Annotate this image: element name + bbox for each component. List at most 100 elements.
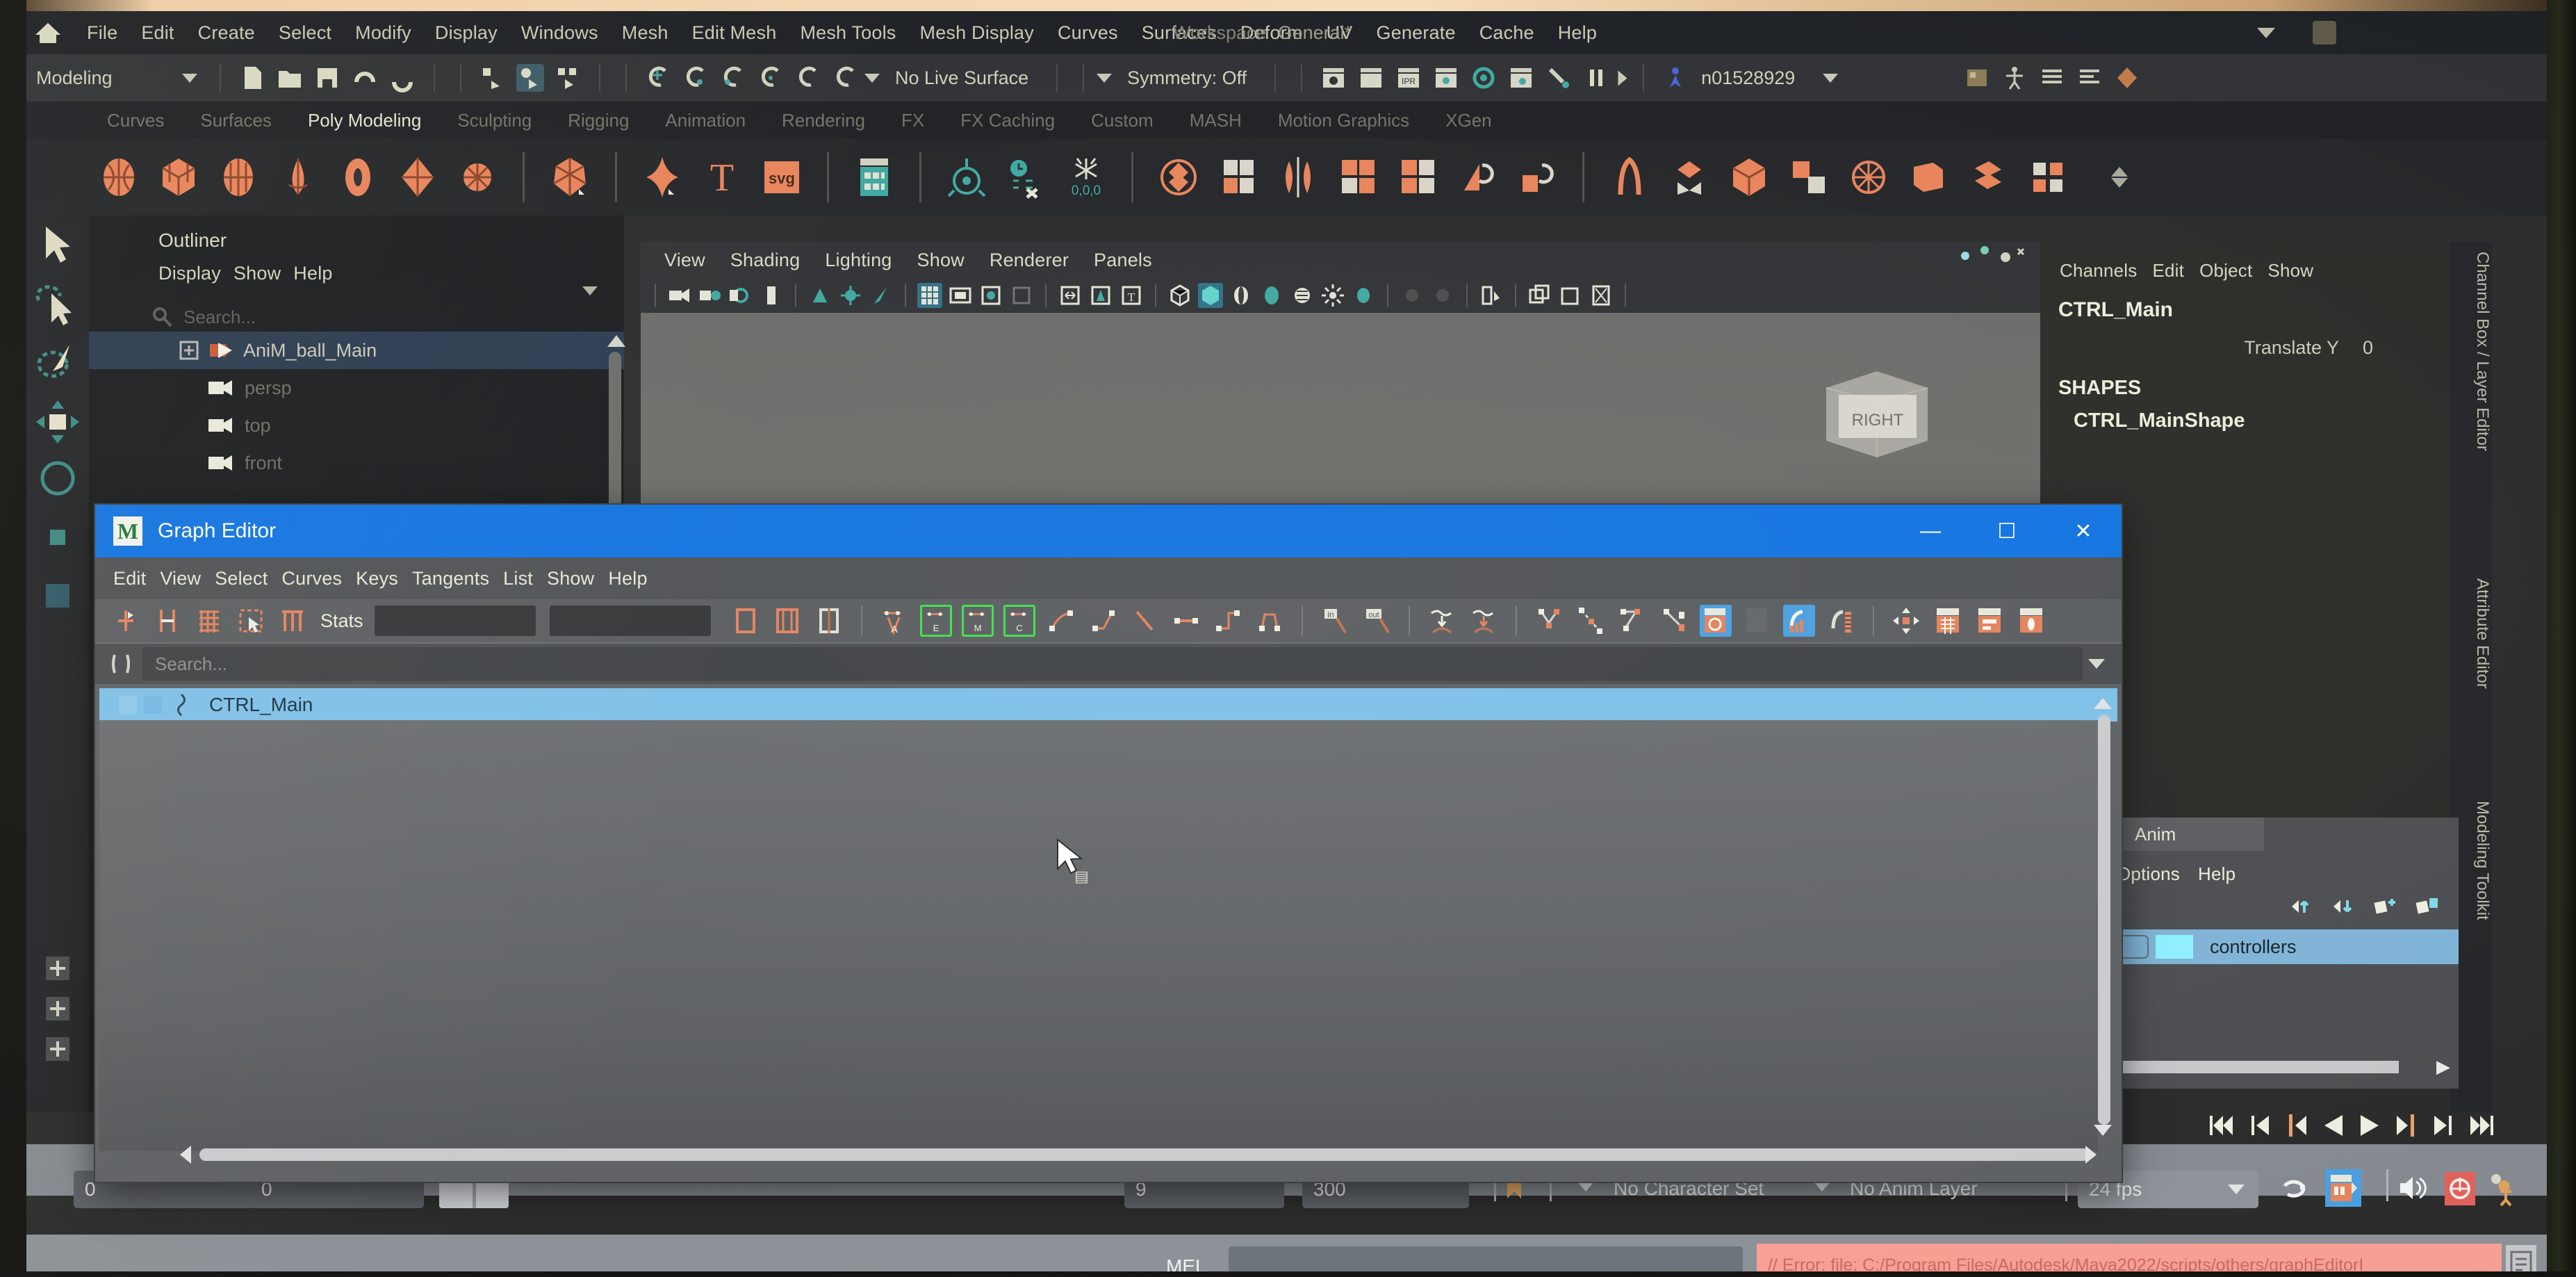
spline-tangent-icon[interactable] (1045, 605, 1077, 637)
tangent-in-icon[interactable]: in (1319, 605, 1351, 637)
xgen-guide-icon[interactable] (1666, 154, 1712, 200)
workspace-value[interactable]: General* (1278, 22, 1352, 44)
move-nearest-picked-key-icon[interactable] (110, 605, 142, 637)
mash-repeat-a-icon[interactable] (1454, 154, 1500, 200)
scroll-left-icon[interactable] (180, 1146, 191, 1164)
xgen-sculpt-icon[interactable] (1905, 154, 1951, 200)
layer-move-down-icon[interactable] (2332, 896, 2356, 917)
expand-toggle-icon[interactable] (179, 341, 199, 360)
resolution-gate-icon[interactable] (978, 283, 1003, 308)
visibility-toggle-icon[interactable] (144, 696, 162, 714)
plateau-tangent-icon[interactable] (1254, 605, 1286, 637)
pre-infinity-icon[interactable] (1741, 605, 1773, 637)
shelf-tab-motion-graphics[interactable]: Motion Graphics (1260, 110, 1427, 131)
rotate-tool-icon[interactable] (26, 449, 89, 507)
scroll-right-icon[interactable] (2085, 1146, 2097, 1164)
mash-grid-a-icon[interactable] (1335, 154, 1381, 200)
human-ik-icon[interactable] (2001, 64, 2028, 92)
chevron-down-icon[interactable] (1097, 73, 1113, 83)
film-gate-icon[interactable] (948, 283, 973, 308)
select-by-object-icon[interactable] (516, 64, 544, 92)
region-keys-tool-icon[interactable] (235, 605, 267, 637)
tab-channel-box-layer-editor[interactable]: Channel Box / Layer Editor (2450, 242, 2492, 451)
fx-nucleus-icon[interactable] (944, 154, 990, 200)
select-by-hierarchy-icon[interactable] (479, 64, 507, 92)
play-forwards-icon[interactable] (2355, 1112, 2386, 1139)
channel-box-menu-object[interactable]: Object (2199, 260, 2267, 282)
tab-anim[interactable]: Anim (2104, 818, 2264, 851)
chevron-down-icon[interactable] (2228, 1185, 2245, 1194)
mash-blocks-icon[interactable] (1215, 154, 1261, 200)
menu-file[interactable]: File (75, 22, 129, 44)
graph-editor-search-input[interactable]: Search... (142, 647, 2083, 681)
step-forward-frame-icon[interactable] (2430, 1112, 2461, 1139)
select-by-component-icon[interactable] (554, 64, 582, 92)
auto-keyframe-icon[interactable] (2325, 1169, 2361, 1207)
move-tool-icon[interactable] (26, 391, 89, 449)
settings-icon[interactable] (2076, 64, 2103, 92)
infinity-cycle-icon[interactable] (1699, 605, 1732, 637)
frame-centered-view-icon[interactable] (813, 605, 845, 637)
ge-menu-view[interactable]: View (160, 568, 215, 589)
channel-box-menu-show[interactable]: Show (2267, 260, 2329, 282)
screen-space-ao-icon[interactable] (1320, 283, 1345, 308)
stats-field-time[interactable] (549, 605, 711, 636)
outliner-scrollbar[interactable] (609, 352, 621, 519)
snap-to-projected-center-icon[interactable] (757, 64, 785, 92)
outliner-menu-show[interactable]: Show (233, 263, 293, 284)
viewport-menu-renderer[interactable]: Renderer (977, 250, 1081, 271)
poly-cube-icon[interactable] (156, 154, 202, 200)
poly-disc-icon[interactable] (454, 154, 500, 200)
outliner-menu-help[interactable]: Help (293, 263, 345, 284)
outliner-scroll-up-icon[interactable] (607, 335, 625, 347)
select-tool-icon[interactable] (26, 215, 89, 274)
animation-preferences-icon[interactable] (2443, 1171, 2477, 1207)
linear-tangent-icon[interactable] (1129, 605, 1160, 637)
open-graph-editor-icon[interactable] (1932, 605, 1964, 637)
help-icon[interactable] (2113, 64, 2141, 92)
use-all-lights-icon[interactable] (1259, 283, 1284, 308)
scale-tool-icon[interactable] (26, 507, 89, 566)
nurbs-star-icon[interactable] (639, 154, 685, 200)
free-tangent-weight-icon[interactable] (1533, 605, 1565, 637)
grid-toggle-icon[interactable] (917, 283, 942, 308)
step-back-frame-icon[interactable] (2242, 1112, 2273, 1139)
new-scene-icon[interactable] (238, 64, 266, 92)
type-tool-icon[interactable]: T (699, 154, 745, 200)
shelf-tab-sculpting[interactable]: Sculpting (439, 110, 550, 131)
grease-pencil-tool-icon[interactable] (869, 283, 894, 308)
bake-icon[interactable] (1545, 64, 1573, 92)
poly-platonic-icon[interactable] (547, 154, 593, 200)
ge-menu-keys[interactable]: Keys (356, 568, 412, 589)
quick-layout-button-1[interactable] (44, 955, 71, 982)
curve-stacked-view-icon[interactable] (1782, 605, 1815, 637)
auto-key-loop-icon[interactable] (2279, 1173, 2310, 1204)
go-to-start-icon[interactable] (2205, 1112, 2235, 1139)
select-camera-icon[interactable] (667, 283, 692, 308)
menu-edit-mesh[interactable]: Edit Mesh (680, 22, 789, 44)
menu-mesh-tools[interactable]: Mesh Tools (788, 22, 908, 44)
lock-tangent-weight-icon[interactable] (1575, 605, 1607, 637)
shelf-tab-curves[interactable]: Curves (89, 110, 182, 131)
ge-menu-tangents[interactable]: Tangents (412, 568, 503, 589)
render-view-icon[interactable] (1470, 64, 1498, 92)
viewport-menu-show[interactable]: Show (905, 250, 977, 271)
menu-display[interactable]: Display (423, 22, 509, 44)
menu-mesh[interactable]: Mesh (610, 22, 680, 44)
image-plane-icon[interactable] (759, 283, 784, 308)
shelf-tab-surfaces[interactable]: Surfaces (182, 110, 290, 131)
ge-menu-select[interactable]: Select (215, 568, 281, 589)
xray-icon[interactable] (1430, 283, 1455, 308)
layer-move-up-icon[interactable] (2290, 896, 2314, 917)
normalized-curves-icon[interactable] (1825, 605, 1857, 637)
menu-create[interactable]: Create (186, 22, 267, 44)
quick-layout-button-2[interactable] (44, 995, 71, 1022)
non-weighted-tangents-icon[interactable] (1658, 605, 1690, 637)
shaded-textured-icon[interactable] (1229, 283, 1254, 308)
shelf-tab-rendering[interactable]: Rendering (764, 110, 883, 131)
menu-modify[interactable]: Modify (343, 22, 423, 44)
redo-icon[interactable] (388, 64, 416, 92)
xgen-desc-icon[interactable] (1607, 154, 1652, 200)
ipr-render-icon[interactable] (1357, 64, 1385, 92)
attribute-value-translate-y[interactable]: 0 (2339, 337, 2373, 359)
